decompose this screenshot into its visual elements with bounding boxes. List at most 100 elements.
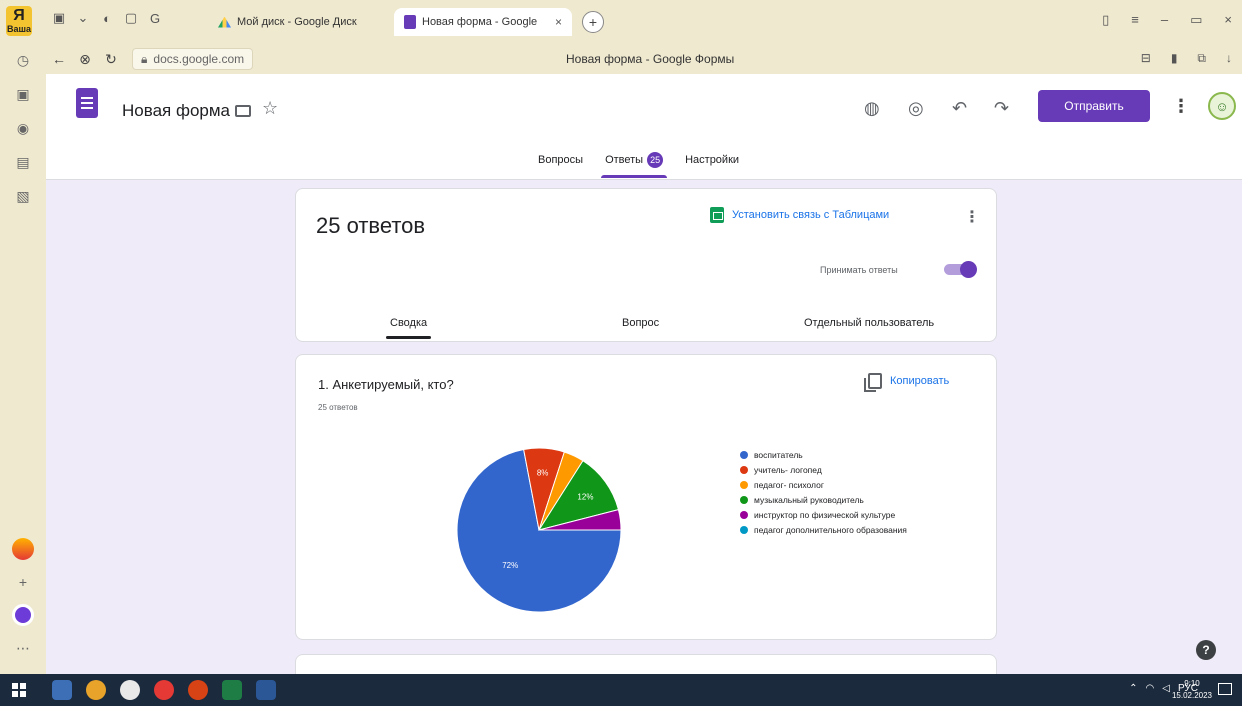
- yandex-app-icon[interactable]: [12, 538, 34, 560]
- url-field[interactable]: 🔒︎ docs.google.com: [132, 48, 254, 70]
- minimize-icon[interactable]: –: [1161, 12, 1168, 28]
- legend-dot: [740, 510, 748, 519]
- browser-menu-icon[interactable]: ≡: [1131, 12, 1139, 28]
- form-name[interactable]: Новая форма: [122, 101, 230, 121]
- tab-bar-icons: ▣ ⌄ ◐ ▢ G: [52, 10, 162, 26]
- accept-responses-toggle[interactable]: [944, 261, 977, 278]
- taskbar-clock[interactable]: 9:10 15.02.2023: [1172, 678, 1212, 702]
- next-question-card: [295, 654, 997, 674]
- chart-legend: воспитатель учитель- логопед педагог- псих…: [740, 447, 907, 537]
- pie-chart: 72% 8% 12%: [456, 447, 622, 613]
- tab-bar: Я Ваша ▣ ⌄ ◐ ▢ G Мой диск - Google Диск …: [0, 0, 1242, 42]
- responses-count-title: 25 ответов: [316, 213, 426, 238]
- close-window-icon[interactable]: ×: [1224, 12, 1232, 28]
- star-icon[interactable]: ☆: [262, 98, 278, 119]
- tab-google-drive[interactable]: Мой диск - Google Диск: [208, 8, 388, 36]
- volume-icon[interactable]: ◁: [1162, 683, 1170, 694]
- tab-groups-icon[interactable]: ▣: [52, 10, 66, 26]
- tray-up-icon[interactable]: ⌃: [1129, 683, 1137, 694]
- preview-eye-icon[interactable]: ◎: [908, 98, 924, 119]
- history-icon[interactable]: ◷: [13, 50, 33, 70]
- pie-slice-label-0: 72%: [502, 561, 518, 570]
- legend-dot: [740, 525, 748, 534]
- send-button[interactable]: Отправить: [1038, 90, 1150, 122]
- responses-count-badge: 25: [647, 152, 664, 168]
- subtab-individual[interactable]: Отдельный пользователь: [804, 317, 934, 339]
- maximize-icon[interactable]: ▭: [1190, 12, 1202, 28]
- redo-icon[interactable]: ↷: [994, 98, 1009, 119]
- bookmark-icon[interactable]: ▮: [1171, 51, 1178, 66]
- question-title: 1. Анкетируемый, кто?: [318, 377, 454, 392]
- pinned-tab-g-icon[interactable]: G: [148, 11, 162, 26]
- bookmark-manager-icon[interactable]: ▯: [1102, 12, 1109, 28]
- tab-settings[interactable]: Настройки: [681, 148, 743, 178]
- google-forms-logo-icon[interactable]: [76, 88, 98, 118]
- pie-slice-label-1: 8%: [537, 469, 549, 478]
- window-controls: ▯ ≡ – ▭ ×: [1102, 12, 1232, 28]
- legend-item: педагог дополнительного образования: [740, 522, 907, 537]
- tab-menu-chevron-icon[interactable]: ⌄: [76, 10, 90, 26]
- disk-icon[interactable]: ▤: [13, 152, 33, 172]
- help-icon[interactable]: ?: [1196, 640, 1216, 660]
- tab-google-forms[interactable]: Новая форма - Google ×: [394, 8, 572, 36]
- opera-icon[interactable]: [120, 680, 140, 700]
- pinned-tab-icon[interactable]: ▢: [124, 10, 138, 26]
- word-icon[interactable]: [256, 680, 276, 700]
- sidebar-more-icon[interactable]: ⋯: [13, 638, 33, 658]
- tab-responses[interactable]: Ответы 25: [601, 148, 668, 178]
- protect-icon[interactable]: ⊗: [72, 51, 98, 68]
- network-icon[interactable]: ◠: [1146, 683, 1155, 694]
- music-icon[interactable]: ◉: [13, 118, 33, 138]
- legend-dot: [740, 450, 748, 459]
- undo-icon[interactable]: ↶: [952, 98, 967, 119]
- tab-close-icon[interactable]: ×: [555, 15, 562, 29]
- taskbar: ⌃ ◠ ◁ РУС 9:10 15.02.2023: [0, 674, 1242, 706]
- back-arrow-icon[interactable]: ←: [46, 51, 72, 67]
- new-tab-button[interactable]: +: [582, 11, 604, 33]
- tab-label: Мой диск - Google Диск: [237, 16, 357, 28]
- bookmarks-icon[interactable]: ▣: [13, 84, 33, 104]
- copy-chart-button[interactable]: Копировать: [864, 373, 949, 392]
- yandex-browser-icon[interactable]: [154, 680, 174, 700]
- user-avatar-icon: ☺: [1215, 98, 1229, 114]
- folder-icon[interactable]: [235, 105, 251, 117]
- subtab-question[interactable]: Вопрос: [622, 317, 659, 339]
- avatar[interactable]: ☺: [1208, 92, 1236, 120]
- notifications-icon[interactable]: [1218, 683, 1232, 695]
- add-panel-icon[interactable]: +: [13, 572, 33, 592]
- reader-mode-icon[interactable]: ⊟: [1141, 51, 1151, 66]
- collections-icon[interactable]: ◐: [100, 11, 114, 26]
- excel-icon[interactable]: [222, 680, 242, 700]
- tab-label: Новая форма - Google: [422, 16, 538, 28]
- url-text: docs.google.com: [153, 52, 245, 66]
- windows-start-icon[interactable]: [12, 683, 26, 697]
- legend-item: учитель- логопед: [740, 462, 907, 477]
- link-to-sheets-button[interactable]: Установить связь с Таблицами: [710, 207, 889, 223]
- tab-questions[interactable]: Вопросы: [534, 148, 587, 178]
- clock-time: 9:10: [1184, 679, 1200, 688]
- browser-chrome: Я Ваша ▣ ⌄ ◐ ▢ G Мой диск - Google Диск …: [0, 0, 1242, 74]
- extensions-icon[interactable]: ⧉: [1197, 51, 1206, 66]
- responses-more-icon[interactable]: ⋮: [964, 207, 980, 227]
- powerpoint-icon[interactable]: [188, 680, 208, 700]
- palette-icon[interactable]: ◍: [864, 98, 880, 119]
- chrome-icon[interactable]: [86, 680, 106, 700]
- copy-icon: [864, 373, 882, 392]
- question-summary-card: 1. Анкетируемый, кто? 25 ответов Копиров…: [295, 354, 997, 640]
- forms-header: Новая форма ☆ ◍ ◎ ↶ ↷ Отправить ⋮ ☺ Вопр…: [46, 74, 1242, 180]
- reload-icon[interactable]: ↻: [98, 51, 124, 68]
- yandex-logo-button[interactable]: Я Ваша: [6, 6, 32, 36]
- file-explorer-icon[interactable]: [52, 680, 72, 700]
- more-options-icon[interactable]: ⋮: [1172, 96, 1190, 117]
- yandex-logo-sub: Ваша: [6, 24, 31, 34]
- legend-dot: [740, 495, 748, 504]
- clock-date: 15.02.2023: [1171, 691, 1212, 700]
- legend-label: инструктор по физической культуре: [754, 509, 896, 520]
- legend-label: музыкальный руководитель: [754, 494, 864, 505]
- alice-assistant-icon[interactable]: [12, 604, 34, 626]
- legend-label: педагог- психолог: [754, 479, 824, 490]
- subtab-summary[interactable]: Сводка: [385, 317, 432, 339]
- screenshot-icon[interactable]: ▧: [13, 186, 33, 206]
- downloads-icon[interactable]: ↓: [1226, 51, 1232, 66]
- legend-dot: [740, 480, 748, 489]
